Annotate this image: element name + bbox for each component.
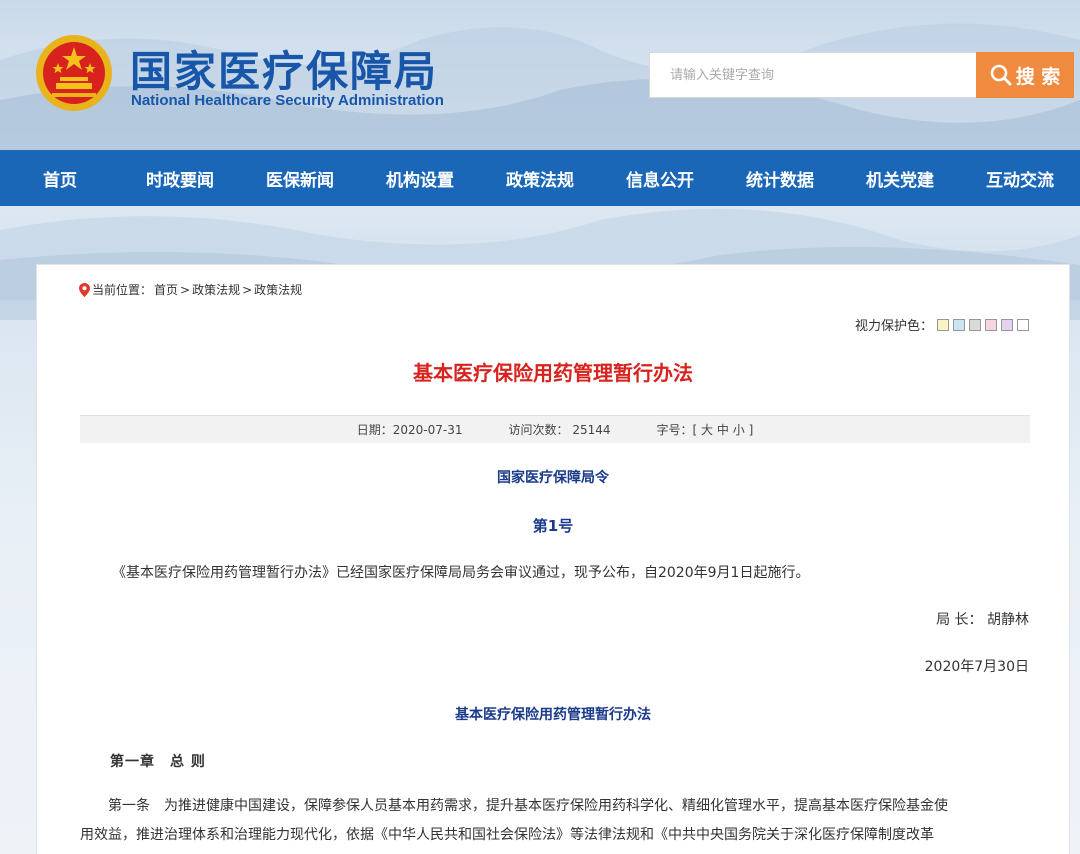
sign-date: 2020年7月30日	[924, 659, 1029, 675]
site-header: 国家医疗保障局 National Healthcare Security Adm…	[0, 0, 1080, 150]
main-nav: 首页 时政要闻 医保新闻 机构设置 政策法规 信息公开 统计数据 机关党建 互动…	[0, 150, 1080, 206]
color-swatch-blue[interactable]	[953, 318, 965, 331]
site-subtitle: National Healthcare Security Administrat…	[131, 92, 444, 109]
regulation-title: 基本医疗保险用药管理暂行办法	[455, 707, 651, 723]
breadcrumb-separator: >	[180, 282, 191, 297]
article-1-line-2: 用效益，推进治理体系和治理能力现代化，依据《中华人民共和国社会保险法》等法律法规…	[80, 827, 934, 843]
search-icon	[990, 64, 1012, 86]
order-title: 国家医疗保障局令	[497, 470, 609, 486]
color-swatch-purple[interactable]	[1001, 318, 1013, 331]
search-button-label: 搜 索	[1015, 65, 1061, 88]
font-size-control: 字号：[ 大 中 小 ]	[656, 423, 754, 437]
nav-item-policy[interactable]: 政策法规	[480, 150, 600, 206]
nav-item-healthcare-news[interactable]: 医保新闻	[240, 150, 360, 206]
director-signature: 局 长： 胡静林	[936, 612, 1029, 628]
article-panel: 当前位置： 首页 > 政策法规 > 政策法规 视力保护色： 基本医疗保险用药管理…	[36, 264, 1070, 854]
chapter-heading: 第一章 总 则	[110, 754, 206, 770]
color-swatch-pink[interactable]	[985, 318, 997, 331]
color-swatch-white[interactable]	[1017, 318, 1029, 331]
order-number: 第1号	[532, 517, 574, 535]
font-size-medium[interactable]: 中	[717, 423, 729, 437]
intro-paragraph: 《基本医疗保险用药管理暂行办法》已经国家医疗保障局局务会审议通过，现予公布，自2…	[112, 565, 810, 581]
article-1-line-1: 第一条 为推进健康中国建设，保障参保人员基本用药需求，提升基本医疗保险用药科学化…	[80, 798, 948, 814]
breadcrumb-policy[interactable]: 政策法规	[192, 281, 240, 298]
nav-item-disclosure[interactable]: 信息公开	[600, 150, 720, 206]
eye-care-label: 视力保护色：	[854, 319, 933, 334]
article-visits: 访问次数： 25144	[508, 423, 611, 437]
nav-item-organization[interactable]: 机构设置	[360, 150, 480, 206]
article-date: 日期：2020-07-31	[356, 423, 463, 437]
breadcrumb-home[interactable]: 首页	[154, 281, 178, 298]
nav-item-news[interactable]: 时政要闻	[120, 150, 240, 206]
eye-care-colors: 视力保护色：	[855, 315, 1029, 334]
nav-item-statistics[interactable]: 统计数据	[720, 150, 840, 206]
color-swatch-yellow[interactable]	[937, 318, 949, 331]
search-input[interactable]	[649, 52, 977, 98]
breadcrumb: 当前位置： 首页 > 政策法规 > 政策法规	[79, 281, 302, 298]
site-title: 国家医疗保障局	[130, 47, 439, 96]
location-pin-icon	[79, 282, 90, 297]
breadcrumb-separator: >	[242, 282, 253, 297]
search-button[interactable]: 搜 索	[976, 52, 1074, 98]
nav-item-interaction[interactable]: 互动交流	[960, 150, 1080, 206]
article-meta: 日期：2020-07-31 访问次数： 25144 字号：[ 大 中 小 ]	[80, 415, 1030, 443]
nav-item-party[interactable]: 机关党建	[840, 150, 960, 206]
color-swatch-gray[interactable]	[969, 318, 981, 331]
font-size-large[interactable]: 大	[701, 423, 713, 437]
visit-count: 25144	[572, 423, 611, 437]
national-emblem-icon[interactable]	[34, 33, 114, 113]
nav-item-home[interactable]: 首页	[0, 150, 120, 206]
breadcrumb-prefix: 当前位置：	[92, 283, 153, 297]
breadcrumb-policy-sub[interactable]: 政策法规	[254, 281, 302, 298]
article-title: 基本医疗保险用药管理暂行办法	[413, 361, 693, 385]
font-size-small[interactable]: 小	[733, 423, 745, 437]
